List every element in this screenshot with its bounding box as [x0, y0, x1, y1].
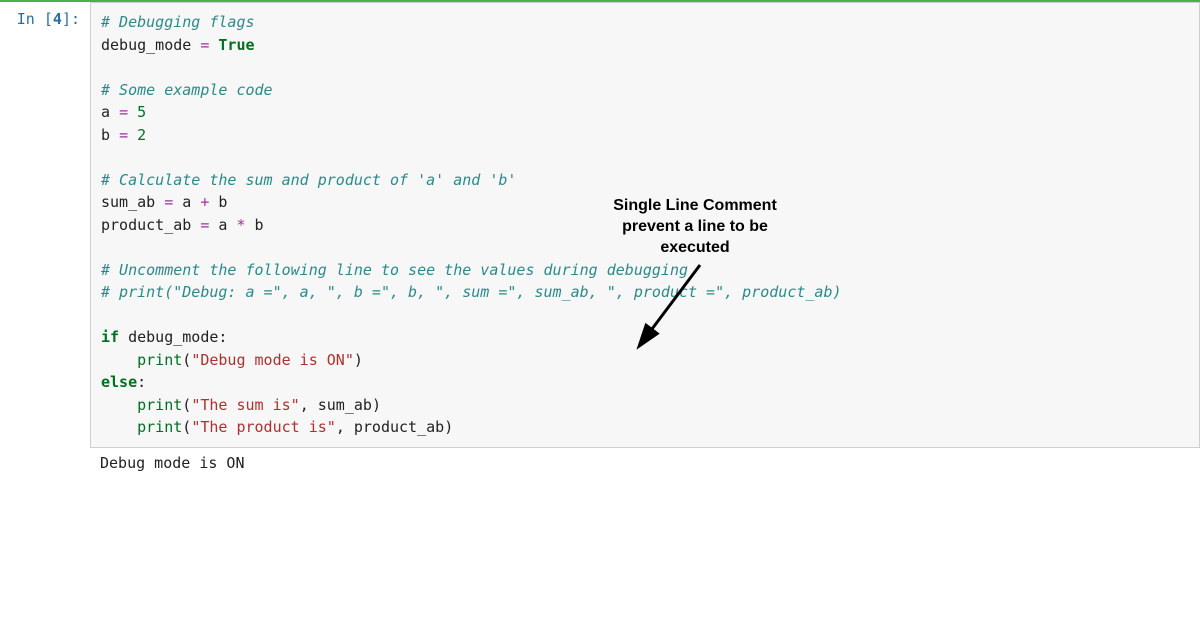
code-number: 5 — [137, 103, 146, 121]
code-punct: ) — [372, 396, 381, 414]
code-string: "The product is" — [191, 418, 336, 436]
code-keyword: else — [101, 373, 137, 391]
code-comment: # print("Debug: a =", a, ", b =", b, ", … — [101, 283, 842, 301]
code-builtin: print — [137, 418, 182, 436]
code-punct: , — [336, 418, 345, 436]
code-identifier: a — [218, 216, 227, 234]
code-identifier: b — [101, 126, 110, 144]
code-comment: # Calculate the sum and product of 'a' a… — [101, 171, 516, 189]
code-comment: # Uncomment the following line to see th… — [101, 261, 688, 279]
code-operator: = — [164, 193, 173, 211]
code-identifier: sum_ab — [318, 396, 372, 414]
code-punct: ( — [182, 396, 191, 414]
prompt-label: In — [17, 10, 35, 28]
code-operator: + — [200, 193, 209, 211]
code-operator: * — [236, 216, 245, 234]
code-operator: = — [119, 126, 128, 144]
code-punct: , — [300, 396, 309, 414]
code-identifier: product_ab — [101, 216, 191, 234]
code-identifier: sum_ab — [101, 193, 155, 211]
input-prompt: In [4]: — [17, 10, 80, 28]
code-identifier: b — [255, 216, 264, 234]
notebook-cell: In [4]: # Debugging flags debug_mode = T… — [0, 0, 1200, 448]
code-identifier: b — [218, 193, 227, 211]
code-punct: ( — [182, 351, 191, 369]
code-builtin: print — [137, 351, 182, 369]
code-operator: = — [200, 216, 209, 234]
code-operator: = — [200, 36, 209, 54]
code-builtin: print — [137, 396, 182, 414]
code-punct: ) — [444, 418, 453, 436]
code-punct: : — [218, 328, 227, 346]
code-string: "Debug mode is ON" — [191, 351, 354, 369]
output-area: Debug mode is ON — [0, 448, 1200, 478]
code-punct: ( — [182, 418, 191, 436]
code-input-cell[interactable]: # Debugging flags debug_mode = True # So… — [90, 2, 1200, 448]
code-keyword: if — [101, 328, 119, 346]
prompt-number: 4 — [53, 10, 62, 28]
code-identifier: debug_mode — [101, 36, 191, 54]
code-identifier: product_ab — [354, 418, 444, 436]
code-number: 2 — [137, 126, 146, 144]
code-comment: # Debugging flags — [101, 13, 255, 31]
output-text: Debug mode is ON — [100, 454, 1200, 472]
code-identifier: debug_mode — [128, 328, 218, 346]
code-punct: : — [137, 373, 146, 391]
code-identifier: a — [182, 193, 191, 211]
code-string: "The sum is" — [191, 396, 299, 414]
code-punct: ) — [354, 351, 363, 369]
code-comment: # Some example code — [101, 81, 273, 99]
code-identifier: a — [101, 103, 110, 121]
code-operator: = — [119, 103, 128, 121]
code-boolean: True — [218, 36, 254, 54]
input-prompt-column: In [4]: — [0, 2, 90, 448]
